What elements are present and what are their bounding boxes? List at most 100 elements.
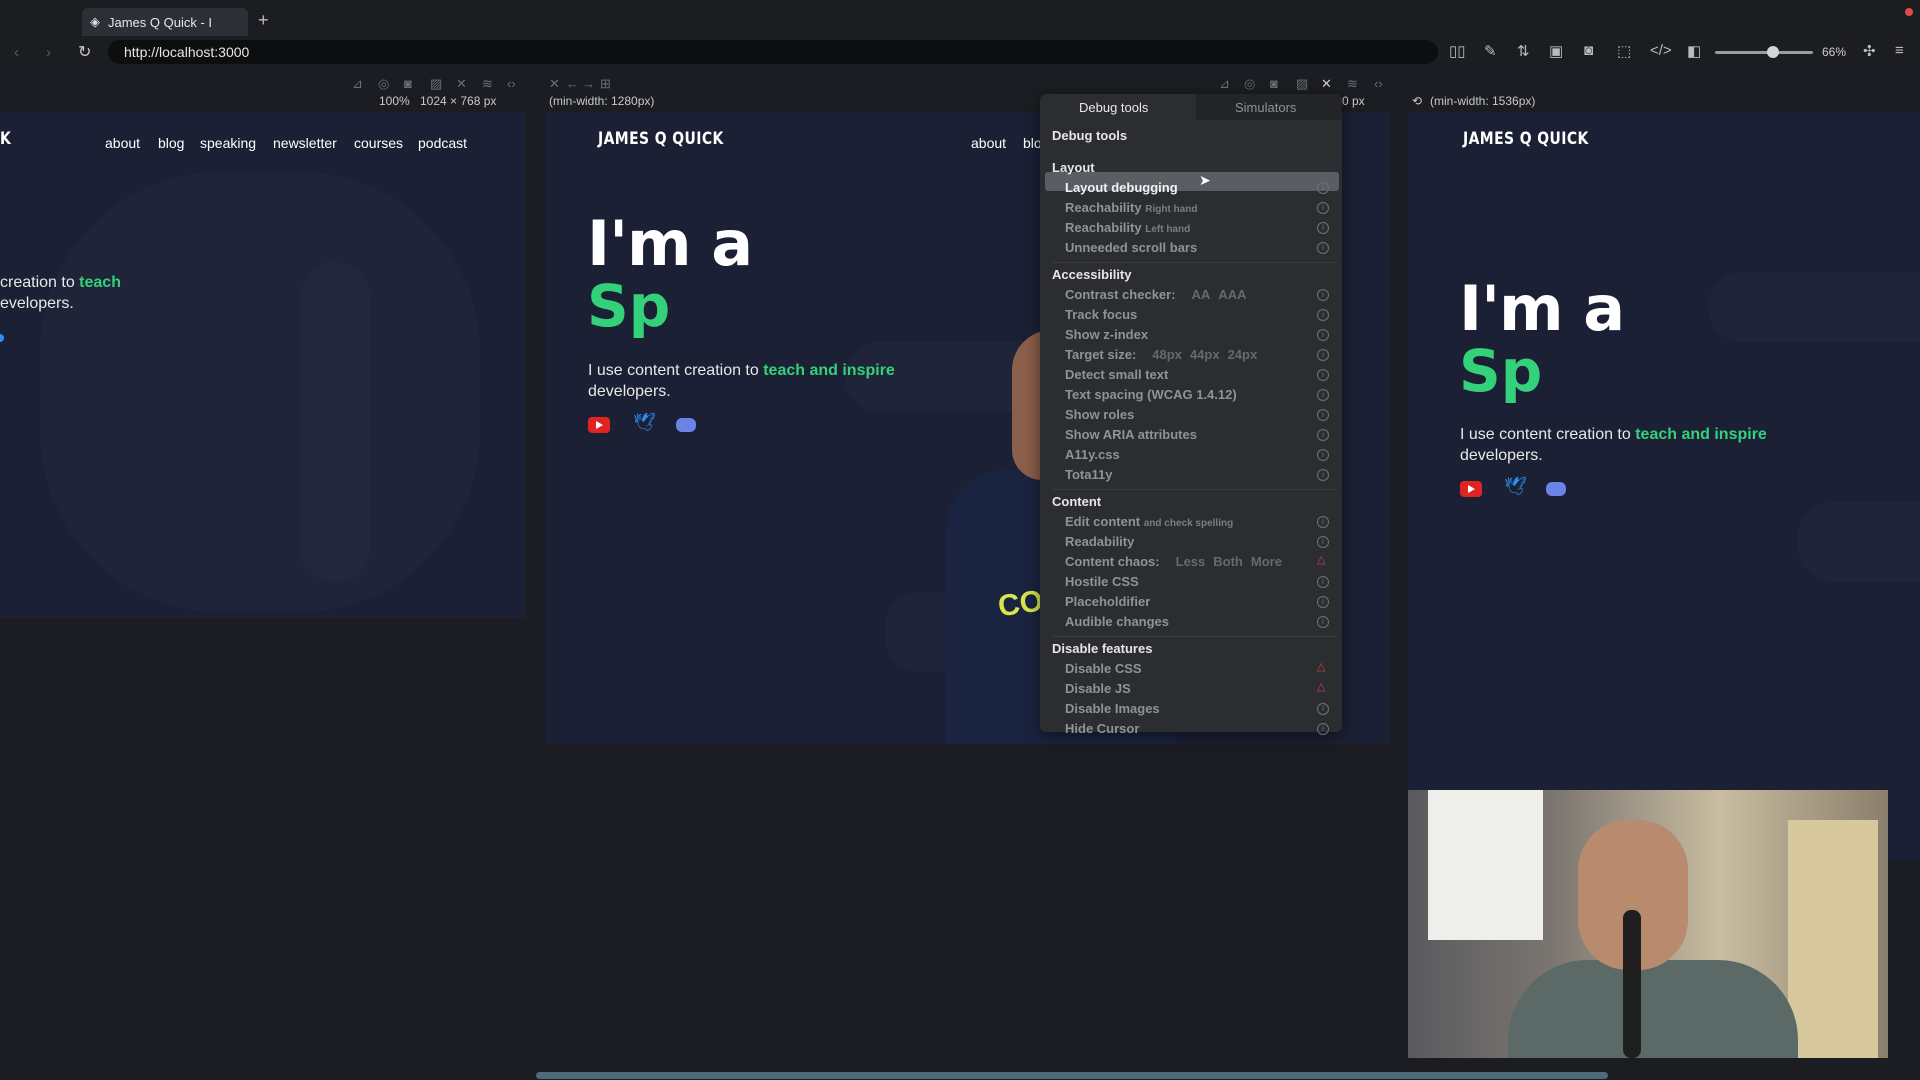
site-logo[interactable]: JAMES Q QUICK bbox=[598, 129, 724, 149]
menu-item-disable-css[interactable]: Disable CSS bbox=[1065, 661, 1142, 676]
pane1-target-icon[interactable]: ◎ bbox=[378, 76, 389, 92]
panes-icon[interactable]: ▯▯ bbox=[1449, 42, 1466, 60]
nav-speaking[interactable]: speaking bbox=[200, 135, 256, 151]
youtube-icon[interactable] bbox=[588, 417, 610, 433]
menu-item-contrast-checker[interactable]: Contrast checker: AA AAA bbox=[1065, 287, 1247, 302]
pane3-image-icon[interactable]: ▨ bbox=[1296, 76, 1308, 92]
info-icon[interactable]: i bbox=[1317, 309, 1329, 321]
url-bar[interactable]: http://localhost:3000 bbox=[108, 40, 1438, 64]
menu-item-unneeded-scroll-bars[interactable]: Unneeded scroll bars bbox=[1065, 240, 1197, 255]
pane1-tools-icon[interactable]: ✕ bbox=[456, 76, 467, 92]
menu-item-text-spacing-wcag-1-4-12[interactable]: Text spacing (WCAG 1.4.12) bbox=[1065, 387, 1237, 402]
pane3-target-icon[interactable]: ◎ bbox=[1244, 76, 1255, 92]
menu-option[interactable]: 48px bbox=[1152, 347, 1182, 362]
pane3-rotate-icon[interactable]: ⊿ bbox=[1219, 76, 1230, 92]
discord-icon[interactable] bbox=[1546, 482, 1566, 496]
forward-icon[interactable]: › bbox=[46, 44, 51, 61]
info-icon[interactable]: i bbox=[1317, 182, 1329, 194]
nav-podcast[interactable]: podcast bbox=[418, 135, 467, 151]
menu-item-readability[interactable]: Readability bbox=[1065, 534, 1134, 549]
menu-item-show-roles[interactable]: Show roles bbox=[1065, 407, 1134, 422]
menu-item-disable-images[interactable]: Disable Images bbox=[1065, 701, 1160, 716]
social-icon[interactable] bbox=[0, 334, 4, 342]
info-icon[interactable]: i bbox=[1317, 449, 1329, 461]
info-icon[interactable]: i bbox=[1317, 469, 1329, 481]
menu-item-layout-debugging[interactable]: Layout debugging bbox=[1065, 180, 1178, 195]
pane1-rotate-icon[interactable]: ⊿ bbox=[352, 76, 363, 92]
nav-blog[interactable]: blog bbox=[158, 135, 184, 151]
menu-item-a11y-css[interactable]: A11y.css bbox=[1065, 447, 1120, 462]
info-icon[interactable]: i bbox=[1317, 289, 1329, 301]
menu-option[interactable]: More bbox=[1251, 554, 1282, 569]
pane2-back-icon[interactable]: ← bbox=[566, 76, 579, 91]
menu-item-disable-js[interactable]: Disable JS bbox=[1065, 681, 1131, 696]
info-icon[interactable]: i bbox=[1317, 222, 1329, 234]
info-icon[interactable]: i bbox=[1317, 723, 1329, 735]
info-icon[interactable]: i bbox=[1317, 329, 1329, 341]
info-icon[interactable]: i bbox=[1317, 536, 1329, 548]
pane2-close-icon[interactable]: ✕ bbox=[549, 76, 560, 92]
info-icon[interactable]: i bbox=[1317, 596, 1329, 608]
menu-option[interactable]: 24px bbox=[1228, 347, 1258, 362]
menu-item-hide-cursor[interactable]: Hide Cursor bbox=[1065, 721, 1139, 736]
menu-item-hostile-css[interactable]: Hostile CSS bbox=[1065, 574, 1139, 589]
pane1-image-icon[interactable]: ▨ bbox=[430, 76, 442, 92]
discord-icon[interactable] bbox=[676, 418, 696, 432]
menu-item-show-z-index[interactable]: Show z-index bbox=[1065, 327, 1148, 342]
extensions-icon[interactable]: ✣ bbox=[1863, 42, 1876, 60]
info-icon[interactable]: i bbox=[1317, 369, 1329, 381]
menu-item-edit-content[interactable]: Edit content and check spelling bbox=[1065, 514, 1233, 529]
pane1-camera-icon[interactable]: ◙ bbox=[404, 76, 412, 91]
menu-item-reachability[interactable]: Reachability Right hand bbox=[1065, 200, 1197, 215]
menu-option[interactable]: AA bbox=[1192, 287, 1211, 302]
pane3-code-icon[interactable]: ‹› bbox=[1374, 76, 1383, 91]
horizontal-scrollbar[interactable] bbox=[536, 1072, 1608, 1079]
pane3-camera-icon[interactable]: ◙ bbox=[1270, 76, 1278, 91]
zoom-slider[interactable] bbox=[1715, 51, 1813, 54]
pane2-new-icon[interactable]: ⊞ bbox=[600, 76, 611, 92]
info-icon[interactable]: i bbox=[1317, 616, 1329, 628]
menu-item-audible-changes[interactable]: Audible changes bbox=[1065, 614, 1169, 629]
settings-icon[interactable]: ≡ bbox=[1895, 42, 1904, 59]
pane3-tools-icon[interactable]: ✕ bbox=[1321, 76, 1332, 92]
nav-about[interactable]: about bbox=[971, 135, 1006, 151]
pane2-forward-icon[interactable]: → bbox=[582, 76, 595, 91]
preview-pane-1536[interactable]: JAMES Q QUICK I'm a Sp I use content cre… bbox=[1408, 112, 1920, 860]
info-icon[interactable]: i bbox=[1317, 703, 1329, 715]
site-logo[interactable]: JAMES Q QUICK bbox=[1463, 129, 1589, 149]
menu-item-detect-small-text[interactable]: Detect small text bbox=[1065, 367, 1168, 382]
site-logo[interactable]: K bbox=[0, 129, 11, 149]
menu-item-content-chaos[interactable]: Content chaos: Less Both More bbox=[1065, 554, 1282, 569]
nav-courses[interactable]: courses bbox=[354, 135, 403, 151]
tab-simulators[interactable]: Simulators bbox=[1235, 100, 1296, 115]
pane1-code-icon[interactable]: ‹› bbox=[507, 76, 516, 91]
zoom-slider-handle[interactable] bbox=[1767, 46, 1779, 58]
reload-icon[interactable]: ↻ bbox=[78, 42, 91, 62]
preview-pane-1024[interactable]: K about blog speaking newsletter courses… bbox=[0, 112, 525, 618]
menu-option[interactable]: AAA bbox=[1218, 287, 1246, 302]
screenshot-icon[interactable]: ◙ bbox=[1584, 42, 1593, 59]
devices-icon[interactable]: ▣ bbox=[1549, 42, 1563, 60]
pen-icon[interactable]: ✎ bbox=[1484, 42, 1497, 60]
info-icon[interactable]: i bbox=[1317, 349, 1329, 361]
pane1-sliders-icon[interactable]: ≋ bbox=[482, 76, 493, 92]
menu-option[interactable]: Both bbox=[1213, 554, 1243, 569]
back-icon[interactable]: ‹ bbox=[14, 44, 19, 61]
new-tab-icon[interactable]: + bbox=[258, 10, 269, 31]
twitter-icon[interactable]: 🕊 bbox=[633, 412, 656, 433]
info-icon[interactable]: i bbox=[1317, 516, 1329, 528]
info-icon[interactable]: i bbox=[1317, 429, 1329, 441]
menu-item-show-aria-attributes[interactable]: Show ARIA attributes bbox=[1065, 427, 1197, 442]
menu-item-reachability[interactable]: Reachability Left hand bbox=[1065, 220, 1190, 235]
info-icon[interactable]: i bbox=[1317, 242, 1329, 254]
menu-item-tota11y[interactable]: Tota11y bbox=[1065, 467, 1112, 482]
pane3-sliders-icon[interactable]: ≋ bbox=[1347, 76, 1358, 92]
info-icon[interactable]: i bbox=[1317, 389, 1329, 401]
menu-option[interactable]: 44px bbox=[1190, 347, 1220, 362]
nav-newsletter[interactable]: newsletter bbox=[273, 135, 337, 151]
browser-tab[interactable]: ◈ James Q Quick - I bbox=[82, 8, 248, 36]
youtube-icon[interactable] bbox=[1460, 481, 1482, 497]
twitter-icon[interactable]: 🕊 bbox=[1504, 476, 1527, 497]
menu-option[interactable]: Less bbox=[1176, 554, 1206, 569]
info-icon[interactable]: i bbox=[1317, 202, 1329, 214]
